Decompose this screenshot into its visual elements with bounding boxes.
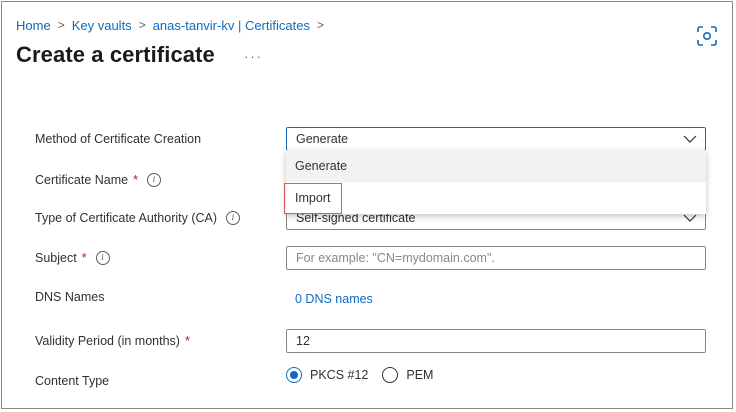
info-icon[interactable]: i bbox=[226, 211, 241, 225]
highlight-annotation bbox=[284, 183, 342, 214]
breadcrumb-certificates[interactable]: anas-tanvir-kv | Certificates bbox=[153, 18, 310, 33]
method-label: Method of Certificate Creation bbox=[35, 127, 201, 151]
validity-input[interactable]: 12 bbox=[286, 329, 706, 353]
subject-label: Subject * i bbox=[35, 246, 110, 270]
dropdown-option-import[interactable]: Import bbox=[286, 182, 706, 214]
method-value: Generate bbox=[296, 132, 349, 146]
more-options-button[interactable]: ··· bbox=[244, 49, 263, 64]
dropdown-option-generate[interactable]: Generate bbox=[286, 150, 706, 182]
method-dropdown-list: Generate Import bbox=[286, 150, 706, 214]
required-asterisk: * bbox=[184, 334, 190, 348]
cert-name-label-text: Certificate Name bbox=[35, 173, 129, 187]
subject-input[interactable]: For example: "CN=mydomain.com". bbox=[286, 246, 706, 270]
info-icon[interactable]: i bbox=[95, 251, 110, 265]
breadcrumb-key-vaults[interactable]: Key vaults bbox=[72, 18, 132, 33]
validity-value: 12 bbox=[296, 334, 310, 348]
validity-label-text: Validity Period (in months) bbox=[35, 334, 180, 348]
required-asterisk: * bbox=[81, 251, 87, 265]
breadcrumb-separator: > bbox=[138, 18, 146, 32]
ca-type-label-text: Type of Certificate Authority (CA) bbox=[35, 211, 218, 225]
dns-names-link[interactable]: 0 DNS names bbox=[295, 290, 373, 308]
focus-mode-icon[interactable] bbox=[693, 22, 721, 50]
cert-name-label: Certificate Name * i bbox=[35, 168, 161, 192]
content-type-radio-group: PKCS #12 PEM bbox=[286, 367, 447, 383]
content-type-label: Content Type bbox=[35, 369, 109, 393]
subject-label-text: Subject bbox=[35, 251, 77, 265]
radio-pem[interactable] bbox=[382, 367, 399, 383]
method-label-text: Method of Certificate Creation bbox=[35, 132, 202, 146]
content-type-label-text: Content Type bbox=[35, 374, 110, 388]
breadcrumb-home[interactable]: Home bbox=[16, 18, 51, 33]
validity-label: Validity Period (in months) * bbox=[35, 329, 190, 353]
dns-label-text: DNS Names bbox=[35, 290, 105, 304]
page-title: Create a certificate bbox=[16, 42, 215, 67]
info-icon[interactable]: i bbox=[146, 173, 161, 187]
ca-type-label: Type of Certificate Authority (CA) i bbox=[35, 206, 241, 230]
breadcrumb: Home > Key vaults > anas-tanvir-kv | Cer… bbox=[16, 16, 331, 34]
dns-label: DNS Names bbox=[35, 285, 104, 309]
chevron-down-icon bbox=[683, 135, 697, 143]
subject-placeholder: For example: "CN=mydomain.com". bbox=[296, 251, 495, 265]
radio-pkcs12-label[interactable]: PKCS #12 bbox=[310, 368, 368, 382]
breadcrumb-separator: > bbox=[57, 18, 65, 32]
radio-pkcs12[interactable] bbox=[286, 367, 302, 383]
radio-pem-label[interactable]: PEM bbox=[406, 368, 433, 382]
breadcrumb-separator: > bbox=[316, 18, 324, 32]
required-asterisk: * bbox=[133, 173, 138, 187]
method-dropdown[interactable]: Generate bbox=[286, 127, 706, 151]
